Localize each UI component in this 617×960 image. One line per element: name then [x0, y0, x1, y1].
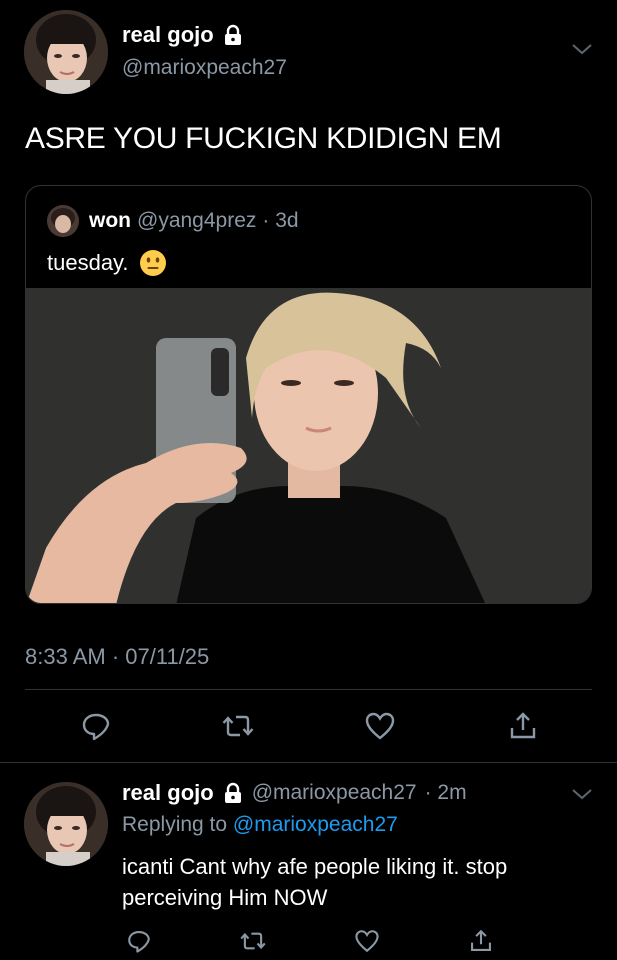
tweet-separator [0, 762, 617, 763]
like-icon[interactable] [354, 928, 380, 954]
reply-avatar[interactable] [24, 782, 108, 866]
quoted-text-row: tuesday. [47, 249, 167, 277]
author-handle[interactable]: @marioxpeach27 [122, 56, 287, 80]
reply-author-row: real gojo @marioxpeach27 · 2m [122, 780, 467, 806]
quoted-tweet[interactable]: won @yang4prez · 3d tuesday. [25, 185, 592, 604]
author-row: real gojo [122, 22, 244, 48]
like-icon[interactable] [364, 710, 396, 742]
lock-icon [224, 24, 241, 45]
avatar-image [24, 10, 108, 94]
quoted-display-name[interactable]: won [89, 209, 131, 233]
tweet-actions [0, 700, 617, 756]
reply-handle[interactable]: @marioxpeach27 [252, 781, 417, 805]
quoted-avatar[interactable] [47, 205, 79, 237]
quoted-author-row: won @yang4prez · 3d [89, 209, 299, 233]
retweet-icon[interactable] [222, 710, 254, 742]
quoted-avatar-image [47, 205, 79, 237]
divider [25, 689, 592, 690]
tweet-text: ASRE YOU FUCKIGN KDIDIGN EM [25, 122, 502, 155]
quoted-age: · 3d [262, 209, 299, 232]
retweet-icon[interactable] [240, 928, 266, 954]
neutral-face-emoji [139, 250, 166, 276]
chevron-down-icon[interactable] [570, 787, 594, 801]
chevron-down-icon[interactable] [570, 42, 594, 56]
reply-age: · 2m [424, 781, 467, 804]
quoted-handle[interactable]: @yang4prez [137, 209, 256, 233]
reply-display-name[interactable]: real gojo [122, 780, 214, 806]
reply-icon[interactable] [126, 928, 152, 954]
tweet-timestamp: 8:33 AM · 07/11/25 [25, 644, 210, 669]
replying-to: Replying to @marioxpeach27 [122, 813, 398, 837]
lock-icon [224, 782, 241, 803]
share-icon[interactable] [468, 928, 494, 954]
reply-text: icanti Cant why afe people liking it. st… [122, 854, 508, 910]
quoted-photo[interactable] [26, 288, 592, 604]
avatar[interactable] [24, 10, 108, 94]
reply-actions [0, 926, 617, 956]
reply-avatar-image [24, 782, 108, 866]
quoted-text: tuesday. [47, 250, 129, 275]
replying-mention[interactable]: @marioxpeach27 [233, 813, 398, 836]
share-icon[interactable] [507, 710, 539, 742]
display-name[interactable]: real gojo [122, 22, 214, 48]
replying-prefix: Replying to [122, 813, 228, 836]
reply-icon[interactable] [80, 710, 112, 742]
